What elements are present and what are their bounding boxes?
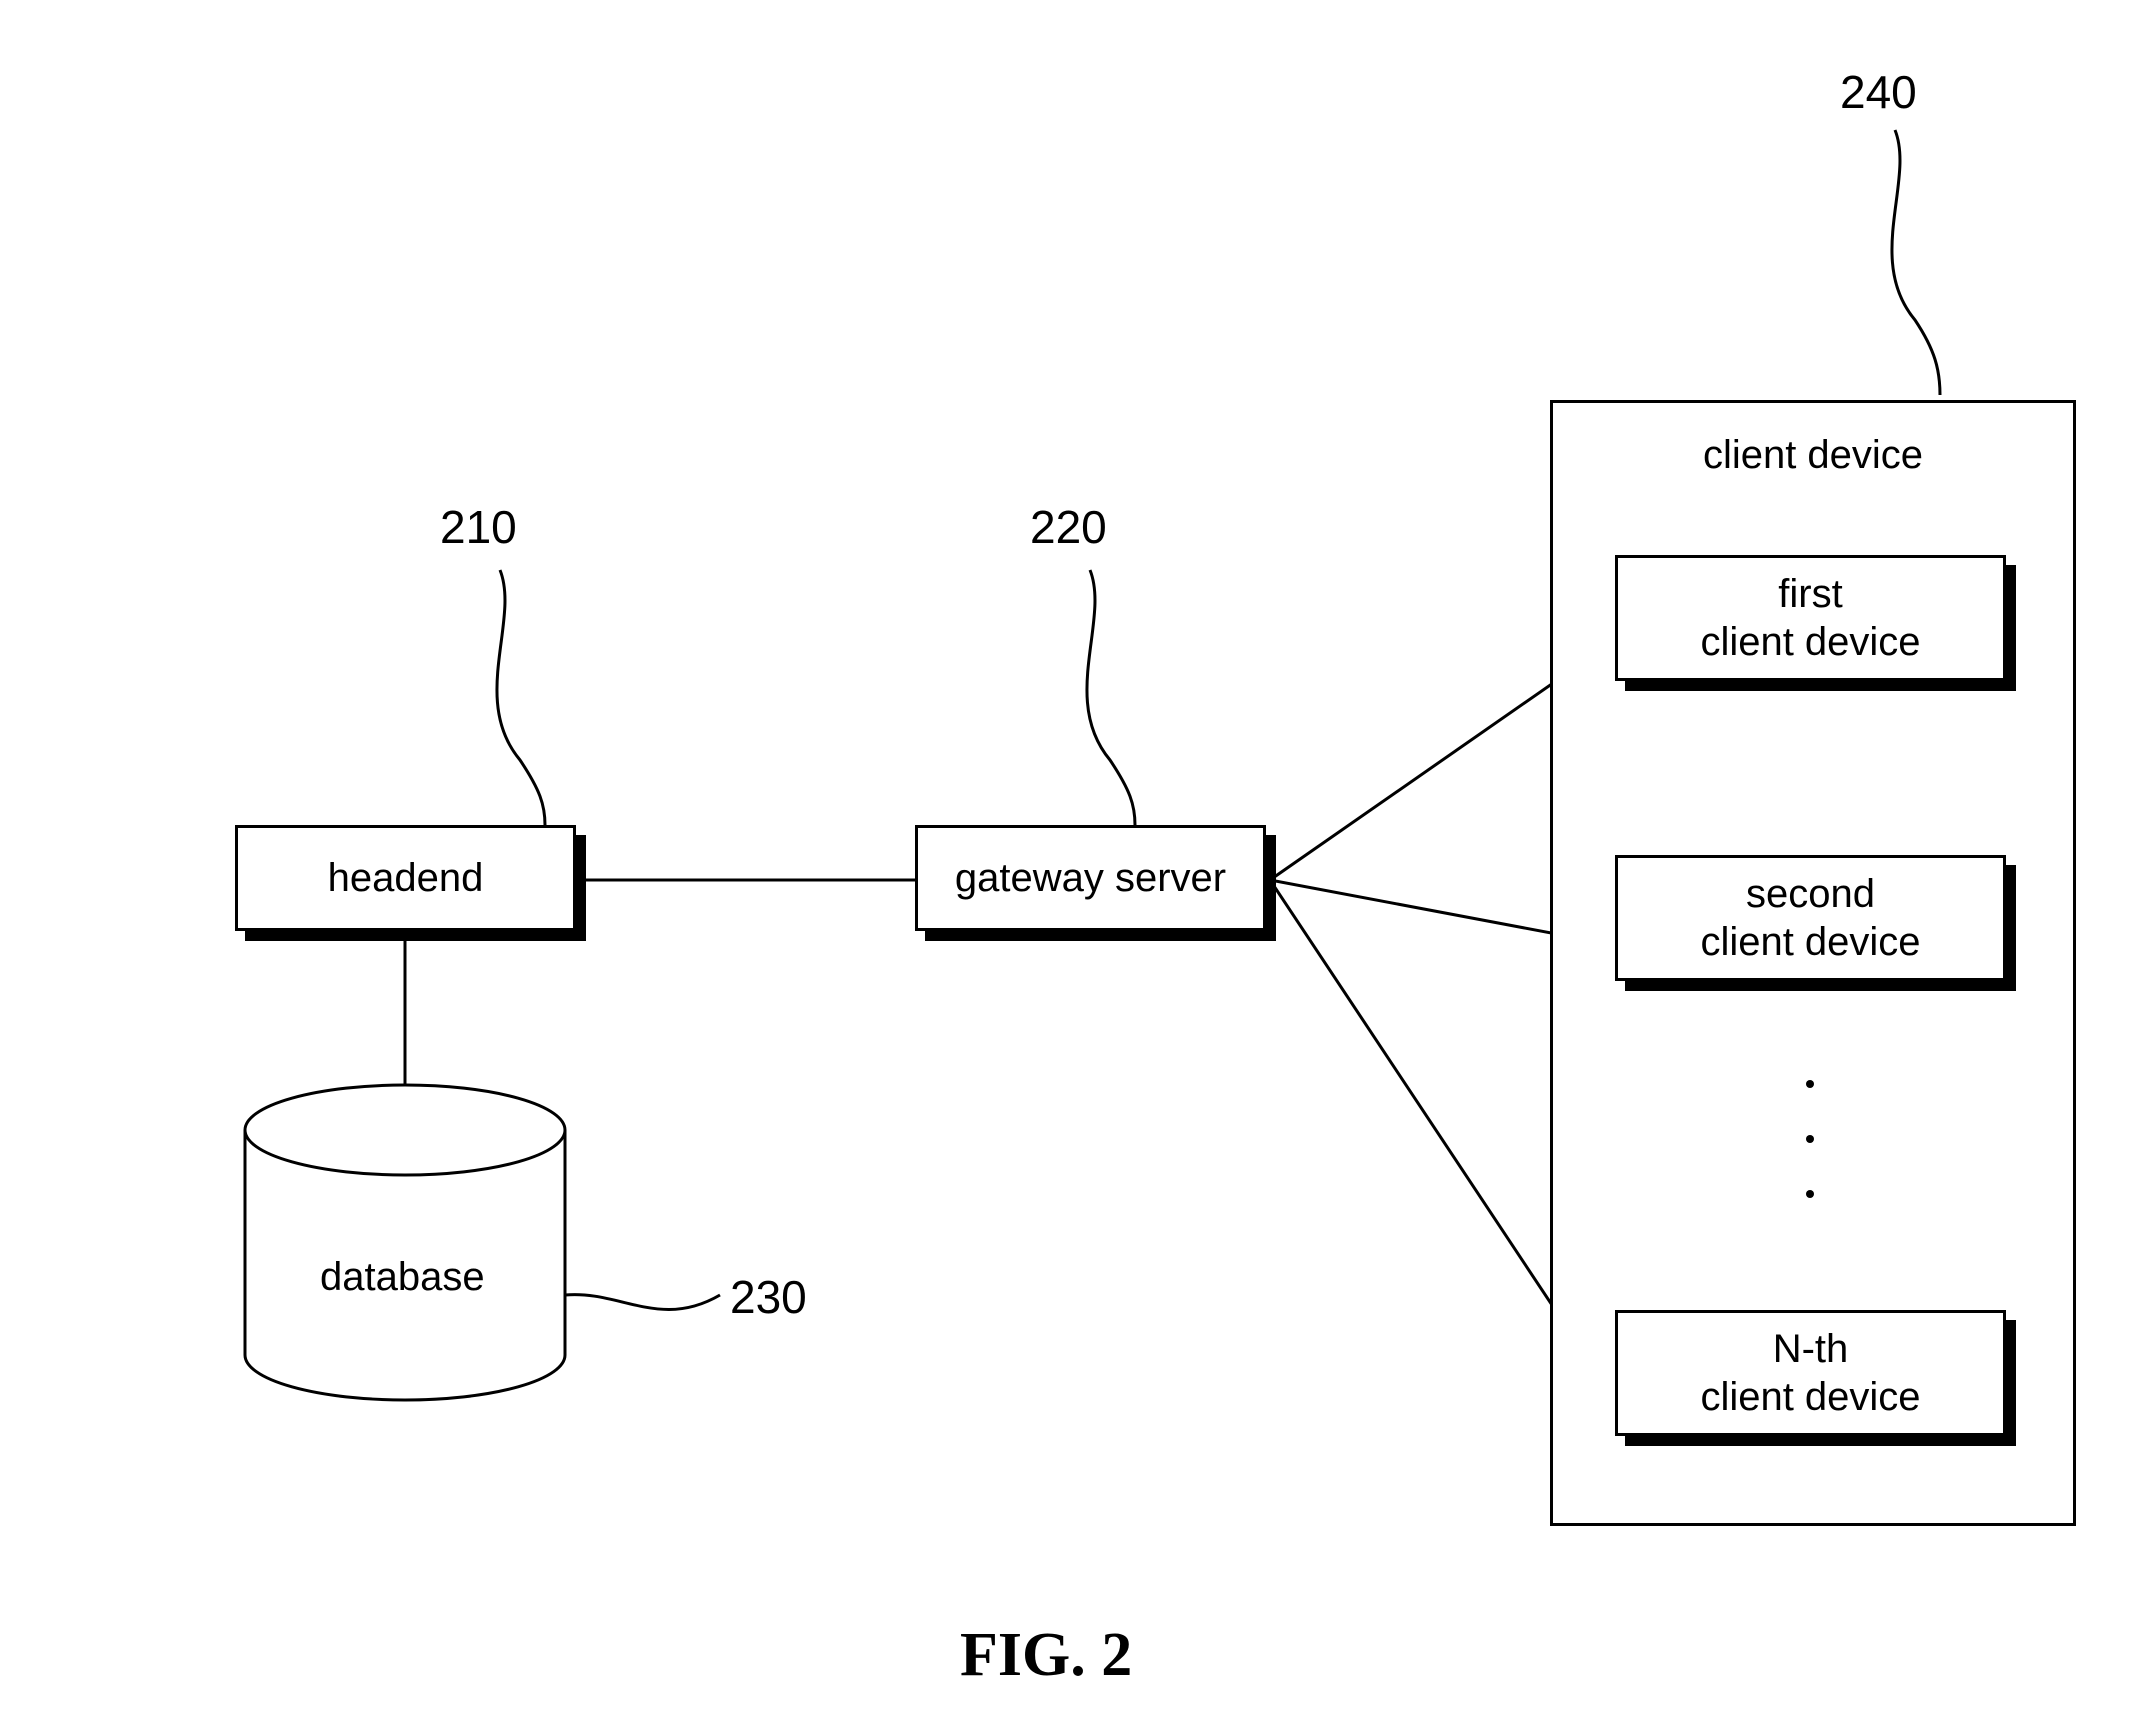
ellipsis-dot-3 — [1806, 1190, 1814, 1198]
leader-240 — [1892, 130, 1940, 395]
ref-210: 210 — [440, 500, 517, 554]
gateway-label: gateway server — [918, 854, 1263, 902]
client-group-title: client device — [1553, 433, 2073, 478]
leader-230 — [565, 1295, 720, 1310]
ellipsis-dot-2 — [1806, 1135, 1814, 1143]
database-label: database — [320, 1255, 485, 1300]
ref-230: 230 — [730, 1270, 807, 1324]
headend-label: headend — [238, 854, 573, 902]
ref-240: 240 — [1840, 65, 1917, 119]
client1-line1: first — [1618, 570, 2003, 618]
client2-box: second client device — [1615, 855, 2006, 981]
figure-caption: FIG. 2 — [960, 1620, 1132, 1691]
client2-line2: client device — [1618, 918, 2003, 966]
client1-box: first client device — [1615, 555, 2006, 681]
leader-210 — [497, 570, 545, 825]
diagram-canvas: 210 220 230 240 headend gateway server d… — [0, 0, 2129, 1729]
ref-220: 220 — [1030, 500, 1107, 554]
gateway-box: gateway server — [915, 825, 1266, 931]
headend-box: headend — [235, 825, 576, 931]
clientN-line2: client device — [1618, 1373, 2003, 1421]
leader-220 — [1087, 570, 1135, 825]
database-cylinder — [245, 1085, 565, 1400]
ellipsis-dot-1 — [1806, 1080, 1814, 1088]
client2-line1: second — [1618, 870, 2003, 918]
clientN-line1: N-th — [1618, 1325, 2003, 1373]
client1-line2: client device — [1618, 618, 2003, 666]
clientN-box: N-th client device — [1615, 1310, 2006, 1436]
